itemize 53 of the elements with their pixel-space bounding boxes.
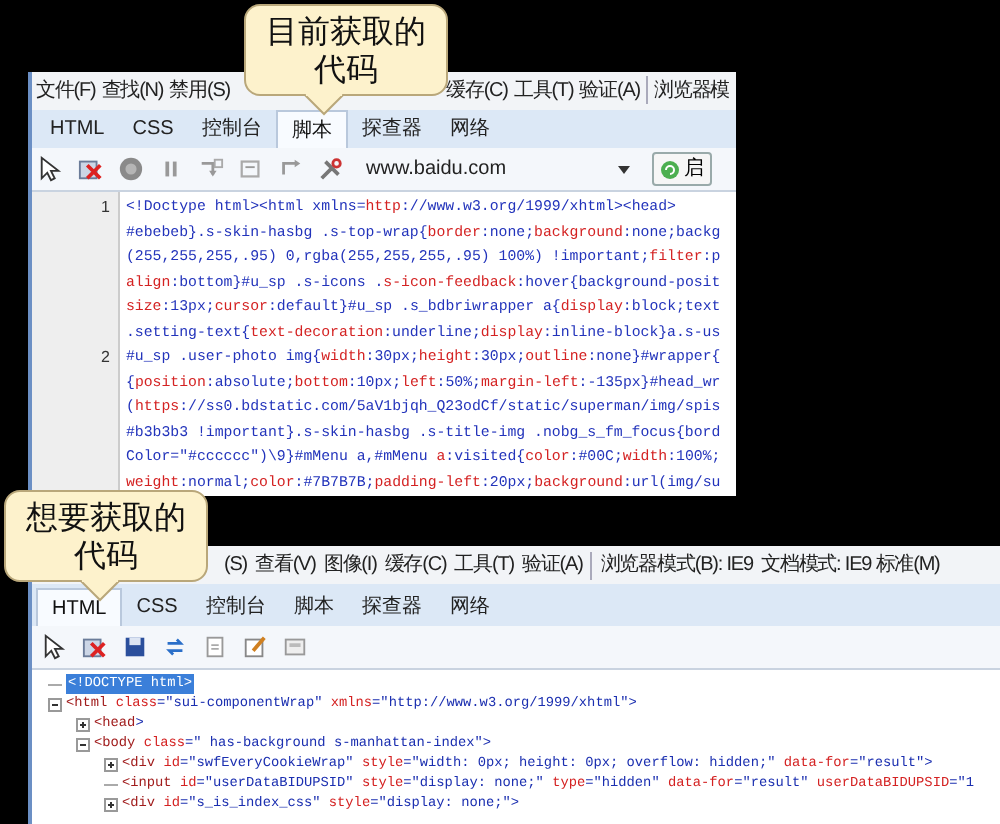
panel-icon[interactable] — [282, 634, 308, 660]
menu-item[interactable]: 查看(V) — [255, 550, 316, 580]
dropdown-caret-icon — [618, 165, 630, 174]
callout-pointer-icon — [304, 94, 344, 116]
tab[interactable]: 脚本 — [275, 110, 348, 149]
stop-icon[interactable] — [118, 156, 144, 183]
line-number: 1 — [101, 198, 110, 217]
tab[interactable]: CSS — [122, 588, 192, 626]
menu-item[interactable]: (S) — [224, 550, 248, 580]
save-icon[interactable] — [122, 634, 148, 660]
refresh-icon[interactable] — [162, 634, 188, 660]
menu-item[interactable]: 禁用(S) — [169, 75, 231, 106]
tab[interactable]: HTML — [36, 588, 123, 626]
callout: 目前获取的代码 — [244, 4, 448, 96]
cursor-icon[interactable] — [38, 156, 64, 183]
menu-item[interactable]: 验证(A) — [579, 75, 641, 106]
tab[interactable]: 探查器 — [347, 110, 436, 149]
refresh-icon — [660, 159, 680, 180]
tab[interactable]: 探查器 — [347, 588, 436, 626]
tab[interactable]: 脚本 — [279, 588, 348, 626]
cursor-icon[interactable] — [42, 634, 68, 660]
menu-item[interactable]: 浏览器模 — [654, 75, 730, 106]
menu-item[interactable]: 工具(T) — [513, 75, 574, 106]
tab[interactable]: 网络 — [435, 588, 504, 626]
menu-item[interactable]: 图像(I) — [323, 550, 377, 580]
menu-item[interactable]: 工具(T) — [454, 550, 514, 580]
line-number: 2 — [101, 348, 110, 367]
tab[interactable]: 网络 — [435, 110, 504, 149]
menu-item[interactable]: 文档模式: IE9 标准(M) — [760, 550, 940, 580]
callout: 想要获取的代码 — [4, 490, 208, 582]
tab[interactable]: CSS — [118, 110, 188, 149]
tab[interactable]: HTML — [36, 110, 119, 149]
menu-item[interactable]: 查找(N) — [101, 75, 164, 106]
tab[interactable]: 控制台 — [187, 110, 276, 149]
collapse-icon[interactable] — [76, 737, 90, 751]
expand-icon[interactable] — [76, 717, 90, 731]
callout-pointer-icon — [80, 580, 120, 602]
collapse-icon[interactable] — [48, 697, 62, 711]
tools-icon[interactable] — [318, 156, 344, 183]
menu-item[interactable]: 验证(A) — [522, 550, 583, 580]
clear-icon[interactable] — [82, 634, 108, 660]
expand-icon[interactable] — [104, 797, 118, 811]
menu-item[interactable]: 缓存(C) — [446, 75, 508, 106]
menu-item[interactable]: 文件(F) — [36, 75, 96, 106]
edit-icon[interactable] — [242, 634, 268, 660]
start-debug-button[interactable]: 启 — [652, 152, 712, 187]
tab[interactable]: 控制台 — [191, 588, 280, 626]
script-dropdown[interactable]: www.baidu.com — [358, 153, 638, 186]
page-icon[interactable] — [202, 634, 228, 660]
menu-item[interactable]: 浏览器模式(B): IE9 — [600, 550, 753, 580]
menu-item[interactable]: 缓存(C) — [384, 550, 447, 580]
clear-icon[interactable] — [78, 156, 104, 183]
expand-icon[interactable] — [104, 757, 118, 771]
